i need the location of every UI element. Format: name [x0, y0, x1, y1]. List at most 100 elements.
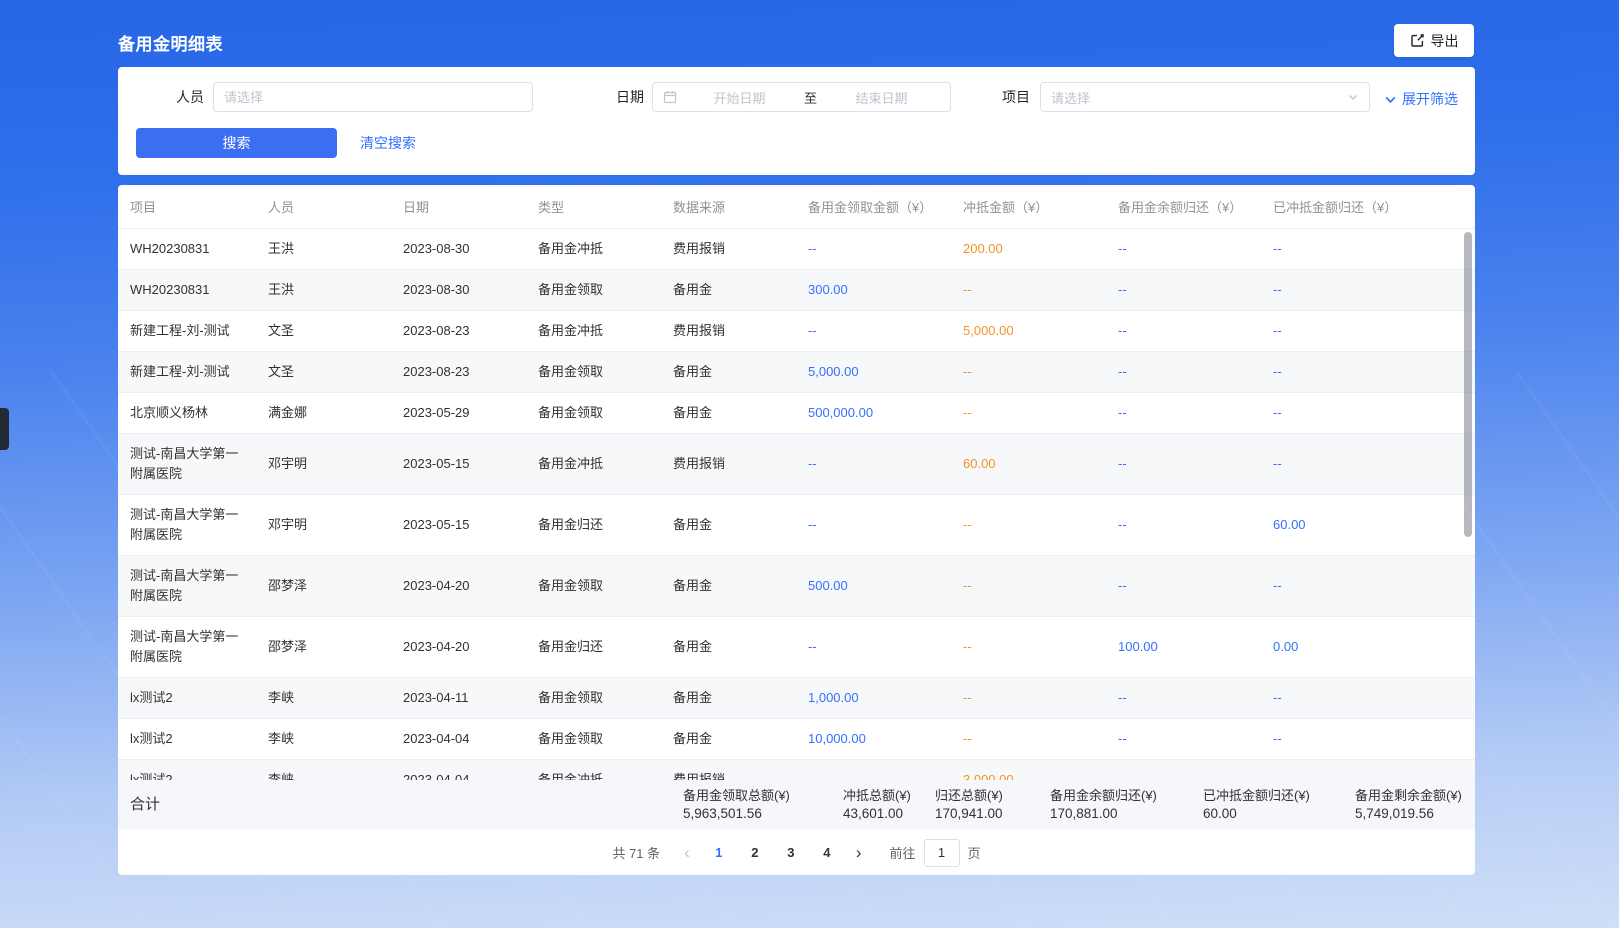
search-button[interactable]: 搜索: [136, 128, 337, 158]
cell-person: 满金娜: [256, 393, 391, 434]
cell-type: 备用金冲抵: [526, 760, 661, 781]
cell-offset: --: [951, 495, 1106, 556]
summary-item-value: 60.00: [1203, 805, 1310, 823]
page-button-1[interactable]: 1: [708, 845, 730, 860]
cell-type: 备用金冲抵: [526, 434, 661, 495]
expand-filter-label: 展开筛选: [1402, 89, 1458, 109]
cell-person: 李峡: [256, 678, 391, 719]
vertical-scrollbar[interactable]: [1464, 232, 1472, 537]
cell-person: 王洪: [256, 270, 391, 311]
cell-source: 费用报销: [661, 434, 796, 495]
summary-total-label: 合计: [130, 780, 160, 830]
cell-offset: 3,000.00: [951, 760, 1106, 781]
cell-source: 备用金: [661, 495, 796, 556]
table-row: 新建工程-刘-测试文圣2023-08-23备用金领取备用金5,000.00---…: [118, 352, 1475, 393]
end-date-input[interactable]: 结束日期: [823, 88, 940, 107]
cell-offset_return: --: [1261, 678, 1475, 719]
cell-project: WH20230831: [118, 229, 256, 270]
cell-draw: --: [796, 617, 951, 678]
prev-page-button[interactable]: ‹: [680, 844, 694, 861]
cell-offset: --: [951, 678, 1106, 719]
cell-balance_return: --: [1106, 434, 1261, 495]
cell-draw: --: [796, 311, 951, 352]
table-card: 项目 人员 日期 类型 数据来源 备用金领取金额（¥） 冲抵金额（¥） 备用金余…: [118, 185, 1475, 875]
cell-source: 备用金: [661, 617, 796, 678]
cell-draw: 500.00: [796, 556, 951, 617]
cell-offset: 200.00: [951, 229, 1106, 270]
table-row: lx测试2李峡2023-04-04备用金冲抵费用报销--3,000.00----: [118, 760, 1475, 781]
summary-item-value: 170,941.00: [935, 805, 1003, 823]
table-row: 北京顺义杨林满金娜2023-05-29备用金领取备用金500,000.00---…: [118, 393, 1475, 434]
cell-date: 2023-08-30: [391, 270, 526, 311]
cell-date: 2023-08-23: [391, 311, 526, 352]
page-button-4[interactable]: 4: [816, 845, 838, 860]
cell-offset_return: --: [1261, 556, 1475, 617]
cell-source: 备用金: [661, 719, 796, 760]
cell-project: 测试-南昌大学第一附属医院: [118, 617, 256, 678]
export-button[interactable]: 导出: [1394, 24, 1474, 57]
person-input[interactable]: [213, 82, 533, 112]
cell-project: lx测试2: [118, 760, 256, 781]
summary-item: 冲抵总额(¥)43,601.00: [843, 787, 911, 823]
summary-item-label: 备用金剩余金额(¥): [1355, 787, 1462, 805]
goto-label: 前往: [890, 843, 916, 862]
cell-offset: --: [951, 393, 1106, 434]
table-row: lx测试2李峡2023-04-04备用金领取备用金10,000.00------: [118, 719, 1475, 760]
table-rows: WH20230831王洪2023-08-30备用金冲抵费用报销--200.00-…: [118, 229, 1475, 781]
cell-balance_return: --: [1106, 229, 1261, 270]
expand-filter-link[interactable]: 展开筛选: [1384, 89, 1458, 109]
goto-page-input[interactable]: [924, 839, 960, 867]
clear-search-button[interactable]: 清空搜索: [360, 128, 416, 158]
total-count: 共 71 条: [612, 843, 660, 862]
side-drawer-handle[interactable]: [0, 408, 9, 450]
cell-draw: --: [796, 760, 951, 781]
cell-person: 邵梦泽: [256, 556, 391, 617]
page-title: 备用金明细表: [118, 30, 223, 55]
next-page-button[interactable]: ›: [852, 844, 866, 861]
cell-source: 备用金: [661, 352, 796, 393]
cell-project: 新建工程-刘-测试: [118, 352, 256, 393]
cell-type: 备用金冲抵: [526, 311, 661, 352]
column-header-offset-amount: 冲抵金额（¥）: [951, 185, 1106, 228]
cell-type: 备用金归还: [526, 495, 661, 556]
date-range-input[interactable]: 开始日期 至 结束日期: [652, 82, 951, 112]
cell-type: 备用金领取: [526, 352, 661, 393]
table-body: WH20230831王洪2023-08-30备用金冲抵费用报销--200.00-…: [118, 228, 1475, 780]
summary-bar: 合计 备用金领取总额(¥)5,963,501.56 冲抵总额(¥)43,601.0…: [118, 780, 1475, 830]
cell-balance_return: --: [1106, 678, 1261, 719]
page-buttons: 1234: [708, 845, 838, 860]
column-header-person: 人员: [256, 185, 391, 228]
summary-item-value: 5,963,501.56: [683, 805, 790, 823]
cell-person: 文圣: [256, 311, 391, 352]
page-unit-label: 页: [968, 843, 981, 862]
page-button-3[interactable]: 3: [780, 845, 802, 860]
cell-project: WH20230831: [118, 270, 256, 311]
summary-item: 已冲抵金额归还(¥)60.00: [1203, 787, 1310, 823]
cell-source: 备用金: [661, 556, 796, 617]
page-button-2[interactable]: 2: [744, 845, 766, 860]
cell-person: 邓宇明: [256, 495, 391, 556]
cell-draw: 300.00: [796, 270, 951, 311]
cell-type: 备用金领取: [526, 678, 661, 719]
cell-type: 备用金冲抵: [526, 229, 661, 270]
cell-offset_return: --: [1261, 434, 1475, 495]
column-header-date: 日期: [391, 185, 526, 228]
cell-offset: --: [951, 352, 1106, 393]
table-row: WH20230831王洪2023-08-30备用金领取备用金300.00----…: [118, 270, 1475, 311]
calendar-icon: [663, 90, 677, 104]
cell-offset_return: --: [1261, 393, 1475, 434]
chevron-down-icon: [1347, 91, 1359, 103]
start-date-input[interactable]: 开始日期: [681, 88, 798, 107]
column-header-source: 数据来源: [661, 185, 796, 228]
cell-offset_return: --: [1261, 311, 1475, 352]
project-select[interactable]: 请选择: [1040, 82, 1370, 112]
cell-person: 邵梦泽: [256, 617, 391, 678]
cell-offset_return: --: [1261, 352, 1475, 393]
filter-card: 人员 日期 开始日期 至 结束日期 项目 请选择 展开筛选 搜索 清空搜索: [118, 67, 1475, 175]
summary-item: 备用金领取总额(¥)5,963,501.56: [683, 787, 790, 823]
table-row: 测试-南昌大学第一附属医院邵梦泽2023-04-20备用金归还备用金----10…: [118, 617, 1475, 678]
cell-project: lx测试2: [118, 678, 256, 719]
cell-date: 2023-04-20: [391, 617, 526, 678]
table-row: WH20230831王洪2023-08-30备用金冲抵费用报销--200.00-…: [118, 229, 1475, 270]
summary-item-value: 170,881.00: [1050, 805, 1157, 823]
